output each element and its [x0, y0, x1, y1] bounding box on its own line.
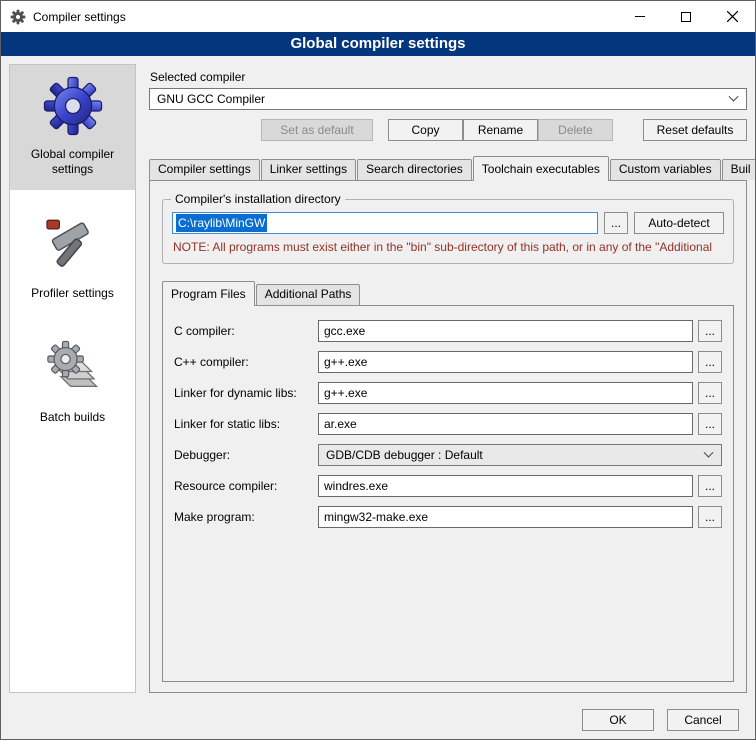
sidebar-item-batch-builds[interactable]: Batch builds	[10, 328, 135, 438]
autodetect-button[interactable]: Auto-detect	[634, 212, 724, 234]
programs-subtabstrip: Program Files Additional Paths	[162, 281, 734, 305]
subtab-program-files[interactable]: Program Files	[162, 281, 255, 306]
resource-compiler-input[interactable]	[318, 475, 693, 497]
chevron-down-icon	[729, 91, 739, 101]
subtab-additional-paths[interactable]: Additional Paths	[256, 284, 361, 305]
dialog-footer: OK Cancel	[1, 701, 755, 739]
titlebar[interactable]: Compiler settings	[1, 1, 755, 32]
static-linker-label: Linker for static libs:	[174, 417, 313, 431]
minimize-icon	[635, 16, 645, 17]
tab-custom-variables[interactable]: Custom variables	[610, 159, 721, 180]
cpp-compiler-browse-button[interactable]: ...	[698, 351, 722, 373]
ok-button[interactable]: OK	[582, 709, 654, 731]
form-row: C compiler: ...	[174, 320, 722, 342]
tab-compiler-settings[interactable]: Compiler settings	[149, 159, 260, 180]
debugger-select[interactable]: GDB/CDB debugger : Default	[318, 444, 722, 466]
installation-directory-browse-button[interactable]: ...	[604, 212, 628, 234]
bin-subdirectory-note: NOTE: All programs must exist either in …	[173, 240, 723, 254]
copy-button[interactable]: Copy	[388, 119, 463, 141]
compiler-button-row: Set as default Copy Rename Delete Reset …	[149, 119, 747, 141]
installation-directory-group: Compiler's installation directory C:\ray…	[162, 199, 734, 264]
static-linker-browse-button[interactable]: ...	[698, 413, 722, 435]
dynamic-linker-browse-button[interactable]: ...	[698, 382, 722, 404]
sidebar-item-label: Global compiler settings	[15, 147, 130, 177]
maximize-button[interactable]	[663, 1, 709, 32]
page-title: Global compiler settings	[1, 32, 755, 56]
c-compiler-input[interactable]	[318, 320, 693, 342]
maximize-icon	[681, 12, 691, 22]
installation-directory-value: C:\raylib\MinGW	[176, 214, 267, 232]
make-program-browse-button[interactable]: ...	[698, 506, 722, 528]
form-row: Linker for dynamic libs: ...	[174, 382, 722, 404]
close-button[interactable]	[709, 1, 755, 32]
settings-tabstrip: Compiler settings Linker settings Search…	[149, 156, 747, 180]
cpp-compiler-label: C++ compiler:	[174, 355, 313, 369]
settings-sidebar: Global compiler settings Profiler settin…	[9, 64, 136, 693]
chevron-down-icon	[704, 447, 714, 457]
resource-compiler-label: Resource compiler:	[174, 479, 313, 493]
c-compiler-label: C compiler:	[174, 324, 313, 338]
sidebar-item-label: Batch builds	[15, 410, 130, 425]
compiler-select-value: GNU GCC Compiler	[157, 92, 265, 106]
window-title: Compiler settings	[33, 10, 126, 24]
installation-directory-group-title: Compiler's installation directory	[171, 192, 345, 206]
profiler-tool-icon	[42, 214, 104, 276]
sidebar-item-global-compiler-settings[interactable]: Global compiler settings	[10, 65, 135, 190]
rename-button[interactable]: Rename	[463, 119, 538, 141]
debugger-select-value: GDB/CDB debugger : Default	[326, 448, 483, 462]
make-program-input[interactable]	[318, 506, 693, 528]
program-files-panel: C compiler: ... C++ compiler: ... Linker…	[162, 305, 734, 682]
batch-builds-gears-icon	[42, 338, 104, 400]
blue-gear-icon	[42, 75, 104, 137]
selected-compiler-label: Selected compiler	[150, 70, 747, 84]
resource-compiler-browse-button[interactable]: ...	[698, 475, 722, 497]
minimize-button[interactable]	[617, 1, 663, 32]
installation-directory-row: C:\raylib\MinGW ... Auto-detect	[172, 212, 724, 234]
close-icon	[727, 11, 738, 22]
tab-toolchain-executables[interactable]: Toolchain executables	[473, 156, 609, 181]
sidebar-item-label: Profiler settings	[15, 286, 130, 301]
sidebar-item-profiler-settings[interactable]: Profiler settings	[10, 204, 135, 314]
installation-directory-input[interactable]: C:\raylib\MinGW	[172, 212, 598, 234]
toolchain-executables-panel: Compiler's installation directory C:\ray…	[149, 180, 747, 693]
form-row: Resource compiler: ...	[174, 475, 722, 497]
tab-build-options-truncated[interactable]: Buil	[722, 159, 756, 180]
app-icon	[10, 9, 26, 25]
form-row: Debugger: GDB/CDB debugger : Default	[174, 444, 722, 466]
dynamic-linker-label: Linker for dynamic libs:	[174, 386, 313, 400]
delete-button[interactable]: Delete	[538, 119, 613, 141]
set-as-default-button[interactable]: Set as default	[261, 119, 373, 141]
cancel-button[interactable]: Cancel	[667, 709, 739, 731]
window-controls	[617, 1, 755, 32]
c-compiler-browse-button[interactable]: ...	[698, 320, 722, 342]
main-panel: Selected compiler GNU GCC Compiler Set a…	[149, 64, 747, 693]
make-program-label: Make program:	[174, 510, 313, 524]
tab-linker-settings[interactable]: Linker settings	[261, 159, 356, 180]
form-row: Linker for static libs: ...	[174, 413, 722, 435]
form-row: C++ compiler: ...	[174, 351, 722, 373]
dynamic-linker-input[interactable]	[318, 382, 693, 404]
dialog-content: Global compiler settings Profiler settin…	[1, 56, 755, 701]
cpp-compiler-input[interactable]	[318, 351, 693, 373]
compiler-settings-window: Compiler settings Global compiler settin…	[0, 0, 756, 740]
form-row: Make program: ...	[174, 506, 722, 528]
compiler-select[interactable]: GNU GCC Compiler	[149, 88, 747, 110]
static-linker-input[interactable]	[318, 413, 693, 435]
debugger-label: Debugger:	[174, 448, 313, 462]
reset-defaults-button[interactable]: Reset defaults	[643, 119, 747, 141]
tab-search-directories[interactable]: Search directories	[357, 159, 472, 180]
